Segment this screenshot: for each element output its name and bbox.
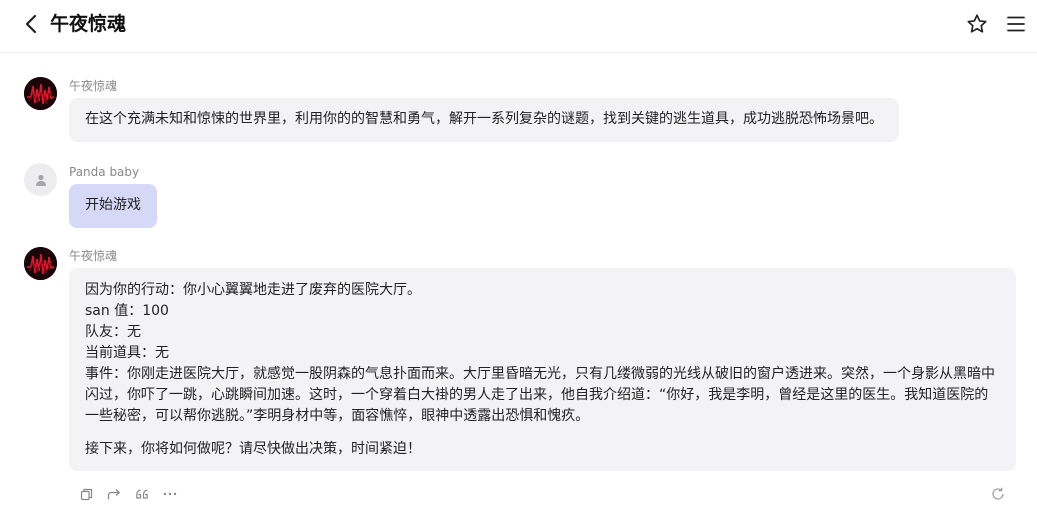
star-icon <box>967 14 987 33</box>
message-line: 一些秘密，可以帮你逃脱。”李明身材中等，面容憔悴，眼神中透露出恐惧和愧疚。 <box>85 408 590 424</box>
bot-avatar[interactable] <box>24 247 57 280</box>
message-line: 当前道具：无 <box>85 345 169 361</box>
more-button[interactable] <box>162 486 178 502</box>
copy-button[interactable] <box>78 486 94 502</box>
message-text: 在这个充满未知和惊悚的世界里，利用你的的智慧和勇气，解开一系列复杂的谜题，找到关… <box>85 111 883 127</box>
bot-message-bubble: 因为你的行动：你小心翼翼地走进了废弃的医院大厅。 san 值：100 队友：无 … <box>69 268 1016 471</box>
user-message-bubble: 开始游戏 <box>69 184 157 228</box>
user-avatar[interactable] <box>24 163 57 196</box>
hamburger-menu-icon <box>1007 16 1025 32</box>
message-sender: 午夜惊魂 <box>69 79 118 93</box>
bot-message-bubble: 在这个充满未知和惊悚的世界里，利用你的的智慧和勇气，解开一系列复杂的谜题，找到关… <box>69 98 899 142</box>
message-sender: 午夜惊魂 <box>69 249 118 263</box>
message-line: san 值：100 <box>85 303 169 319</box>
message-line: 队友：无 <box>85 324 141 340</box>
share-icon <box>107 488 120 499</box>
top-bar: 午夜惊魂 <box>0 0 1037 53</box>
bot-avatar-image <box>24 77 57 110</box>
message-line: 因为你的行动：你小心翼翼地走进了废弃的医院大厅。 <box>85 282 421 298</box>
message-actions <box>78 486 190 502</box>
more-icon <box>163 492 177 496</box>
page-title: 午夜惊魂 <box>50 13 127 35</box>
back-button[interactable] <box>20 13 42 35</box>
copy-icon <box>80 488 92 500</box>
refresh-icon <box>992 487 1004 500</box>
message-closing: 接下来，你将如何做呢？请尽快做出决策，时间紧迫！ <box>85 441 421 457</box>
quote-icon <box>136 489 148 499</box>
regenerate-button[interactable] <box>991 486 1007 502</box>
quote-button[interactable] <box>134 486 150 502</box>
message-sender: Panda baby <box>69 165 140 179</box>
message-line: 事件：你刚走进医院大厅，就感觉一股阴森的气息扑面而来。大厅里昏暗无光，只有几缕微… <box>85 366 995 382</box>
favorite-button[interactable] <box>966 13 988 35</box>
share-button[interactable] <box>106 486 122 502</box>
message-line: 闪过，你吓了一跳，心跳瞬间加速。这时，一个穿着白大褂的男人走了出来，他自我介绍道… <box>85 387 989 403</box>
bot-avatar[interactable] <box>24 77 57 110</box>
menu-button[interactable] <box>1006 14 1026 34</box>
bot-avatar-image <box>24 247 57 280</box>
chevron-left-icon <box>25 14 37 34</box>
message-text: 开始游戏 <box>85 197 141 213</box>
person-icon <box>35 174 46 186</box>
